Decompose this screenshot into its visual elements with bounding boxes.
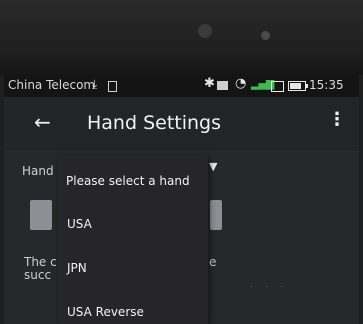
wifi-icon: ◔ [235,76,247,91]
description-line1: The c [24,255,57,269]
description-line2: succ [24,268,52,282]
hand-label: Hand [22,164,54,178]
background-dots: ··· [250,282,296,293]
download-icon: ⤓ [92,77,98,91]
camera-icon [198,24,212,38]
device-bezel [0,0,363,75]
status-bar: China Telecom ⤓ ✱ ◔ ▂▄▆ 15:35 [4,75,359,97]
sensor-icon [261,31,270,40]
battery-fill [290,83,301,89]
screenshot-icon [271,81,284,92]
more-vert-icon[interactable]: ⋮ [328,109,346,130]
carrier-name: China Telecom [8,78,96,92]
dropdown-header: Please select a hand [66,174,190,188]
battery-icon [288,81,308,91]
page-title: Hand Settings [87,112,222,134]
description-fragment: e [209,255,217,269]
apply-button-partial[interactable] [30,200,52,230]
hand-select-dropdown[interactable]: Please select a hand USA JPN USA Reverse [58,155,208,324]
bluetooth-icon: ✱ [204,76,215,91]
nfc-icon [217,81,228,90]
dropdown-option-usa[interactable]: USA [67,217,92,231]
dropdown-option-jpn[interactable]: JPN [67,261,87,275]
apply-button-edge[interactable] [210,200,222,230]
arrow-left-icon[interactable]: ← [34,110,51,134]
sim-icon [108,81,117,92]
app-bar: ← Hand Settings ⋮ [4,97,359,152]
dropdown-option-usa-reverse[interactable]: USA Reverse [67,305,144,319]
clock: 15:35 [309,78,344,92]
dropdown-arrow-icon[interactable]: ▼ [209,160,217,173]
